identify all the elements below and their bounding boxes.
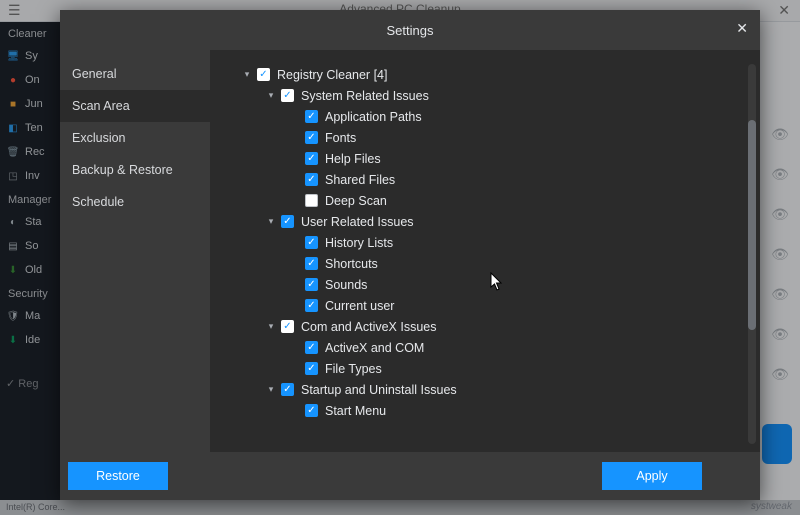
tree-row[interactable]: ▾ ✓ Com and ActiveX Issues <box>244 316 742 337</box>
tree-label: Registry Cleaner [4] <box>277 68 387 82</box>
tree-row[interactable]: ✓ ActiveX and COM <box>244 337 742 358</box>
tree-label: Fonts <box>325 131 356 145</box>
tree-row[interactable]: ▾ ✓ Registry Cleaner [4] <box>244 64 742 85</box>
checkbox[interactable]: ✓ <box>305 236 318 249</box>
tree-row[interactable]: Deep Scan <box>244 190 742 211</box>
checkbox[interactable]: ✓ <box>281 89 294 102</box>
dialog-title-bar: Settings ✕ <box>60 10 760 50</box>
checkbox[interactable]: ✓ <box>305 131 318 144</box>
tree-label: Shared Files <box>325 173 395 187</box>
tree-label: User Related Issues <box>301 215 414 229</box>
scan-area-pane: ▾✓Registry Cleaner [4]▾✓System Related I… <box>210 50 760 452</box>
scrollbar-thumb[interactable] <box>748 120 756 330</box>
checkbox[interactable]: ✓ <box>281 383 294 396</box>
checkbox[interactable]: ✓ <box>257 68 270 81</box>
apply-button[interactable]: Apply <box>602 462 702 490</box>
tree-label: History Lists <box>325 236 393 250</box>
tree-label: File Types <box>325 362 382 376</box>
tree-label: Com and ActiveX Issues <box>301 320 436 334</box>
chevron-down-icon[interactable]: ▾ <box>268 90 274 101</box>
checkbox[interactable]: ✓ <box>305 152 318 165</box>
checkbox[interactable] <box>305 194 318 207</box>
checkbox[interactable]: ✓ <box>305 257 318 270</box>
checkbox[interactable]: ✓ <box>305 110 318 123</box>
tree-row[interactable]: ▾ ✓ User Related Issues <box>244 211 742 232</box>
tree-row[interactable]: ✓ History Lists <box>244 232 742 253</box>
chevron-down-icon[interactable]: ▾ <box>268 216 274 227</box>
tree-label: Deep Scan <box>325 194 387 208</box>
tree-row[interactable]: ✓ Application Paths <box>244 106 742 127</box>
settings-tabs: GeneralScan AreaExclusionBackup & Restor… <box>60 50 210 452</box>
checkbox[interactable]: ✓ <box>305 362 318 375</box>
tree-label: System Related Issues <box>301 89 429 103</box>
tree-label: Help Files <box>325 152 381 166</box>
checkbox[interactable]: ✓ <box>281 320 294 333</box>
tree-row[interactable]: ✓ Fonts <box>244 127 742 148</box>
close-icon[interactable]: ✕ <box>736 20 748 37</box>
tree-row[interactable]: ✓ Sounds <box>244 274 742 295</box>
tree-label: Start Menu <box>325 404 386 418</box>
tree-label: Application Paths <box>325 110 422 124</box>
chevron-down-icon[interactable]: ▾ <box>268 384 274 395</box>
tree-row[interactable]: ✓ Current user <box>244 295 742 316</box>
tab-backup-restore[interactable]: Backup & Restore <box>60 154 210 186</box>
tree-row[interactable]: ✓ Start Menu <box>244 400 742 421</box>
checkbox[interactable]: ✓ <box>305 299 318 312</box>
tree-label: Shortcuts <box>325 257 378 271</box>
tree-row[interactable]: ▾ ✓ Startup and Uninstall Issues <box>244 379 742 400</box>
tree-label: ActiveX and COM <box>325 341 424 355</box>
tree-label: Current user <box>325 299 394 313</box>
tree-row[interactable]: ✓ Shortcuts <box>244 253 742 274</box>
tree-row[interactable]: ✓ File Types <box>244 358 742 379</box>
chevron-down-icon[interactable]: ▾ <box>244 69 250 80</box>
tree-label: Startup and Uninstall Issues <box>301 383 457 397</box>
dialog-footer: Restore Apply <box>60 452 760 500</box>
checkbox[interactable]: ✓ <box>305 404 318 417</box>
checkbox[interactable]: ✓ <box>281 215 294 228</box>
tree-row[interactable]: ✓ Shared Files <box>244 169 742 190</box>
settings-dialog: Settings ✕ GeneralScan AreaExclusionBack… <box>60 10 760 500</box>
checkbox[interactable]: ✓ <box>305 173 318 186</box>
tree-row[interactable]: ▾ ✓ System Related Issues <box>244 85 742 106</box>
tab-schedule[interactable]: Schedule <box>60 186 210 218</box>
tree-row[interactable]: ✓ Help Files <box>244 148 742 169</box>
tab-general[interactable]: General <box>60 58 210 90</box>
checkbox[interactable]: ✓ <box>305 341 318 354</box>
dialog-title: Settings <box>387 23 434 38</box>
restore-button[interactable]: Restore <box>68 462 168 490</box>
tab-scan-area[interactable]: Scan Area <box>60 90 210 122</box>
tree-label: Sounds <box>325 278 367 292</box>
tab-exclusion[interactable]: Exclusion <box>60 122 210 154</box>
checkbox[interactable]: ✓ <box>305 278 318 291</box>
registry-tree: ▾✓Registry Cleaner [4]▾✓System Related I… <box>244 64 742 444</box>
chevron-down-icon[interactable]: ▾ <box>268 321 274 332</box>
